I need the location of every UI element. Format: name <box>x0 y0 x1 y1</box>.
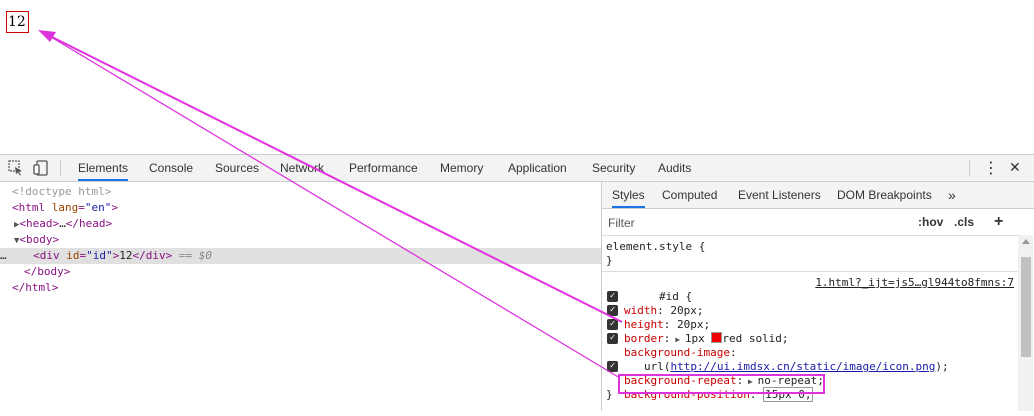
annotation-highlight-box <box>618 374 825 394</box>
body-tag: body <box>26 233 53 246</box>
toolbar-divider <box>60 160 61 176</box>
checkbox-icon[interactable]: ✓ <box>607 305 618 316</box>
head-tag: head <box>26 217 53 230</box>
subtab-event-listeners[interactable]: Event Listeners <box>738 182 821 208</box>
close-icon[interactable]: ✕ <box>1009 155 1021 181</box>
doctype-text: <!doctype html> <box>12 185 112 198</box>
tab-elements[interactable]: Elements <box>78 155 129 181</box>
id-rule: #id { 1.html?_ijt=js5…gl944to8fmns:7 ✓ wi… <box>602 276 1018 416</box>
head-close-tag: head <box>79 217 106 230</box>
scroll-thumb[interactable] <box>1021 257 1031 357</box>
source-link[interactable]: 1.html?_ijt=js5…gl944to8fmns:7 <box>815 276 1014 290</box>
html-attr-value: "en" <box>84 201 112 214</box>
toolbar-divider-right <box>969 160 970 176</box>
html-attr: lang <box>51 201 79 214</box>
more-tabs-icon[interactable]: » <box>948 182 956 208</box>
checkbox-icon[interactable]: ✓ <box>607 319 618 330</box>
head-ellipsis: … <box>59 217 66 230</box>
subtab-computed[interactable]: Computed <box>662 182 717 208</box>
tab-application[interactable]: Application <box>508 155 567 181</box>
prop-background-image-url[interactable]: url(http://ui.imdsx.cn/static/image/icon… <box>602 346 1018 373</box>
html-tag: html <box>18 201 46 214</box>
element-style-close: } <box>606 254 613 267</box>
checkbox-icon[interactable]: ✓ <box>607 333 618 344</box>
tree-body-close[interactable]: </body> <box>24 264 70 280</box>
cls-toggle[interactable]: .cls <box>954 209 974 235</box>
div-attr: id <box>66 249 80 262</box>
selected-marker: == $0 <box>178 249 212 262</box>
element-style-selector[interactable]: element.style { <box>606 240 1022 254</box>
tab-performance[interactable]: Performance <box>349 155 418 181</box>
checkbox-icon[interactable]: ✓ <box>607 291 618 302</box>
rule-divider <box>602 271 1018 272</box>
prop-background-image[interactable]: ✓ background-image: <box>602 332 1018 359</box>
prop-border[interactable]: ✓ border: ▶ 1px red solid; <box>602 318 1018 345</box>
div-text: 12 <box>119 249 133 262</box>
prop-background-repeat[interactable]: ✓ background-repeat: ▶ no-repeat; <box>602 360 1018 387</box>
styles-filter-input[interactable] <box>606 213 910 233</box>
scroll-up-icon[interactable] <box>1022 239 1030 244</box>
tab-memory[interactable]: Memory <box>440 155 483 181</box>
div-attr-value: "id" <box>86 249 113 262</box>
devtools-panel: Elements Console Sources Network Perform… <box>0 154 1034 411</box>
div-tag: div <box>39 249 60 262</box>
tab-network[interactable]: Network <box>280 155 324 181</box>
tree-body[interactable]: ▼<body> <box>14 232 59 248</box>
checkbox-icon[interactable]: ✓ <box>607 361 618 372</box>
tree-html-close[interactable]: </html> <box>12 280 58 296</box>
new-rule-button[interactable]: + <box>994 209 1003 235</box>
tab-console[interactable]: Console <box>149 155 193 181</box>
div-close-tag: div <box>145 249 166 262</box>
hov-toggle[interactable]: :hov <box>918 209 943 235</box>
tab-security[interactable]: Security <box>592 155 635 181</box>
row-dots: … <box>0 249 7 262</box>
subtab-dom-breakpoints[interactable]: DOM Breakpoints <box>837 182 932 208</box>
subtab-styles[interactable]: Styles <box>612 182 645 208</box>
tree-doctype[interactable]: <!doctype html> <box>12 184 111 200</box>
html-close-tag: html <box>25 281 52 294</box>
devtools-toolbar: Elements Console Sources Network Perform… <box>0 155 1034 182</box>
page-viewport: 12 <box>0 0 1034 154</box>
styles-filter-bar: :hov .cls + <box>602 209 1020 236</box>
inspect-element-icon[interactable] <box>8 160 24 176</box>
tab-audits[interactable]: Audits <box>658 155 691 181</box>
id-selector-line: #id { 1.html?_ijt=js5…gl944to8fmns:7 <box>606 276 1018 303</box>
prop-width[interactable]: ✓ width: 20px; <box>602 290 1018 317</box>
tab-sources[interactable]: Sources <box>215 155 259 181</box>
more-menu-icon[interactable]: ⋮ <box>983 155 999 181</box>
elements-tree: <!doctype html> <html lang="en"> ▶<head>… <box>0 182 601 411</box>
tree-head[interactable]: ▶<head>…</head> <box>14 216 112 232</box>
rendered-div[interactable]: 12 <box>6 11 29 33</box>
device-toolbar-icon[interactable] <box>33 160 49 176</box>
tree-div-selected[interactable]: … <div id="id">12</div> == $0 <box>0 248 601 264</box>
body-close-tag: body <box>37 265 64 278</box>
tree-html[interactable]: <html lang="en"> <box>12 200 118 216</box>
prop-height[interactable]: ✓ height: 20px; <box>602 304 1018 331</box>
styles-subtabs: Styles Computed Event Listeners DOM Brea… <box>602 182 1034 209</box>
